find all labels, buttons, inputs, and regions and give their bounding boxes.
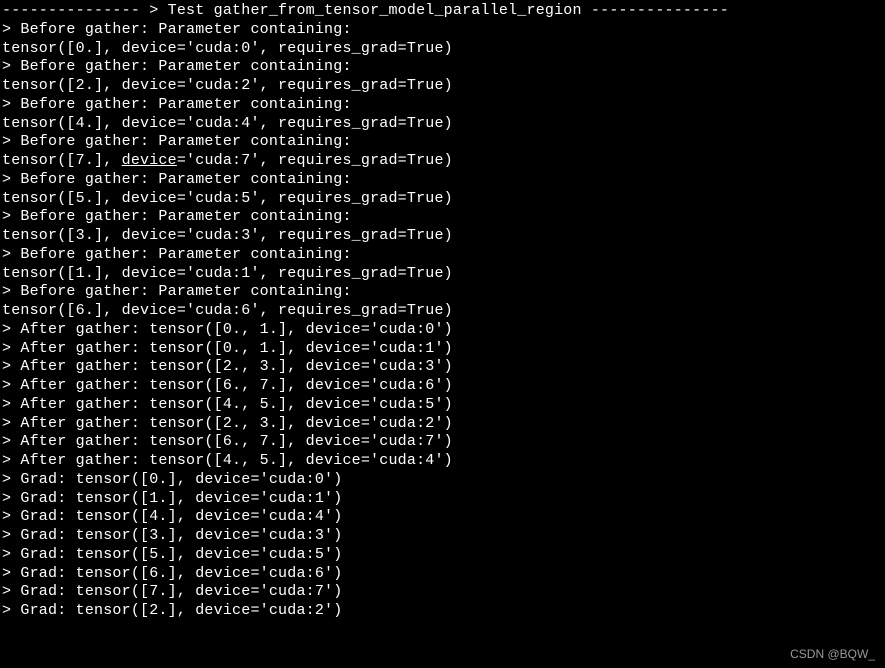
before-gather-header-line: > Before gather: Parameter containing: [2,246,885,265]
before-gather-header-line: > Before gather: Parameter containing: [2,171,885,190]
watermark: CSDN @BQW_ [790,647,875,662]
after-gather-line: > After gather: tensor([0., 1.], device=… [2,340,885,359]
grad-line: > Grad: tensor([1.], device='cuda:1') [2,490,885,509]
before-gather-header-line: > Before gather: Parameter containing: [2,96,885,115]
before-gather-header-line: > Before gather: Parameter containing: [2,283,885,302]
after-gather-line: > After gather: tensor([2., 3.], device=… [2,415,885,434]
before-gather-header-line: > Before gather: Parameter containing: [2,208,885,227]
before-gather-header-line: > Before gather: Parameter containing: [2,133,885,152]
before-gather-header-line: > Before gather: Parameter containing: [2,21,885,40]
grad-line: > Grad: tensor([7.], device='cuda:7') [2,583,885,602]
before-gather-tensor-line: tensor([4.], device='cuda:4', requires_g… [2,115,885,134]
after-gather-line: > After gather: tensor([6., 7.], device=… [2,433,885,452]
after-gather-section: > After gather: tensor([0., 1.], device=… [2,321,885,471]
before-gather-tensor-line: tensor([5.], device='cuda:5', requires_g… [2,190,885,209]
before-gather-tensor-line: tensor([7.], device='cuda:7', requires_g… [2,152,885,171]
after-gather-line: > After gather: tensor([0., 1.], device=… [2,321,885,340]
grad-line: > Grad: tensor([6.], device='cuda:6') [2,565,885,584]
header-dashes-left: --------------- [2,2,140,19]
before-gather-tensor-line: tensor([1.], device='cuda:1', requires_g… [2,265,885,284]
grad-line: > Grad: tensor([4.], device='cuda:4') [2,508,885,527]
after-gather-line: > After gather: tensor([6., 7.], device=… [2,377,885,396]
header-dashes-right: --------------- [591,2,729,19]
after-gather-line: > After gather: tensor([4., 5.], device=… [2,452,885,471]
grad-line: > Grad: tensor([2.], device='cuda:2') [2,602,885,621]
after-gather-line: > After gather: tensor([4., 5.], device=… [2,396,885,415]
before-gather-tensor-line: tensor([2.], device='cuda:2', requires_g… [2,77,885,96]
test-header: --------------- > Test gather_from_tenso… [2,2,885,21]
before-gather-header-line: > Before gather: Parameter containing: [2,58,885,77]
grad-section: > Grad: tensor([0.], device='cuda:0')> G… [2,471,885,621]
grad-line: > Grad: tensor([5.], device='cuda:5') [2,546,885,565]
before-gather-section: > Before gather: Parameter containing:te… [2,21,885,321]
grad-line: > Grad: tensor([3.], device='cuda:3') [2,527,885,546]
before-gather-tensor-line: tensor([6.], device='cuda:6', requires_g… [2,302,885,321]
before-gather-tensor-line: tensor([3.], device='cuda:3', requires_g… [2,227,885,246]
header-arrow: > [149,2,158,19]
grad-line: > Grad: tensor([0.], device='cuda:0') [2,471,885,490]
before-gather-tensor-line: tensor([0.], device='cuda:0', requires_g… [2,40,885,59]
after-gather-line: > After gather: tensor([2., 3.], device=… [2,358,885,377]
header-label: Test gather_from_tensor_model_parallel_r… [168,2,582,19]
